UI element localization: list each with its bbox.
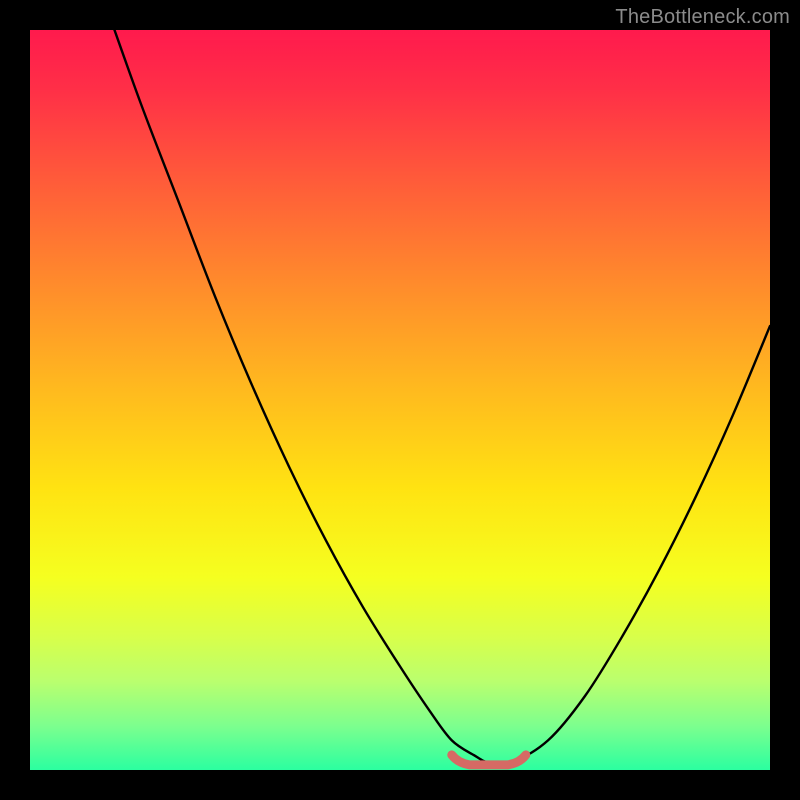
chart-frame: TheBottleneck.com [0, 0, 800, 800]
curve-svg [30, 30, 770, 770]
highlight-segment [452, 755, 526, 765]
watermark-text: TheBottleneck.com [615, 6, 790, 29]
bottleneck-curve [30, 30, 770, 765]
plot-area [30, 30, 770, 770]
